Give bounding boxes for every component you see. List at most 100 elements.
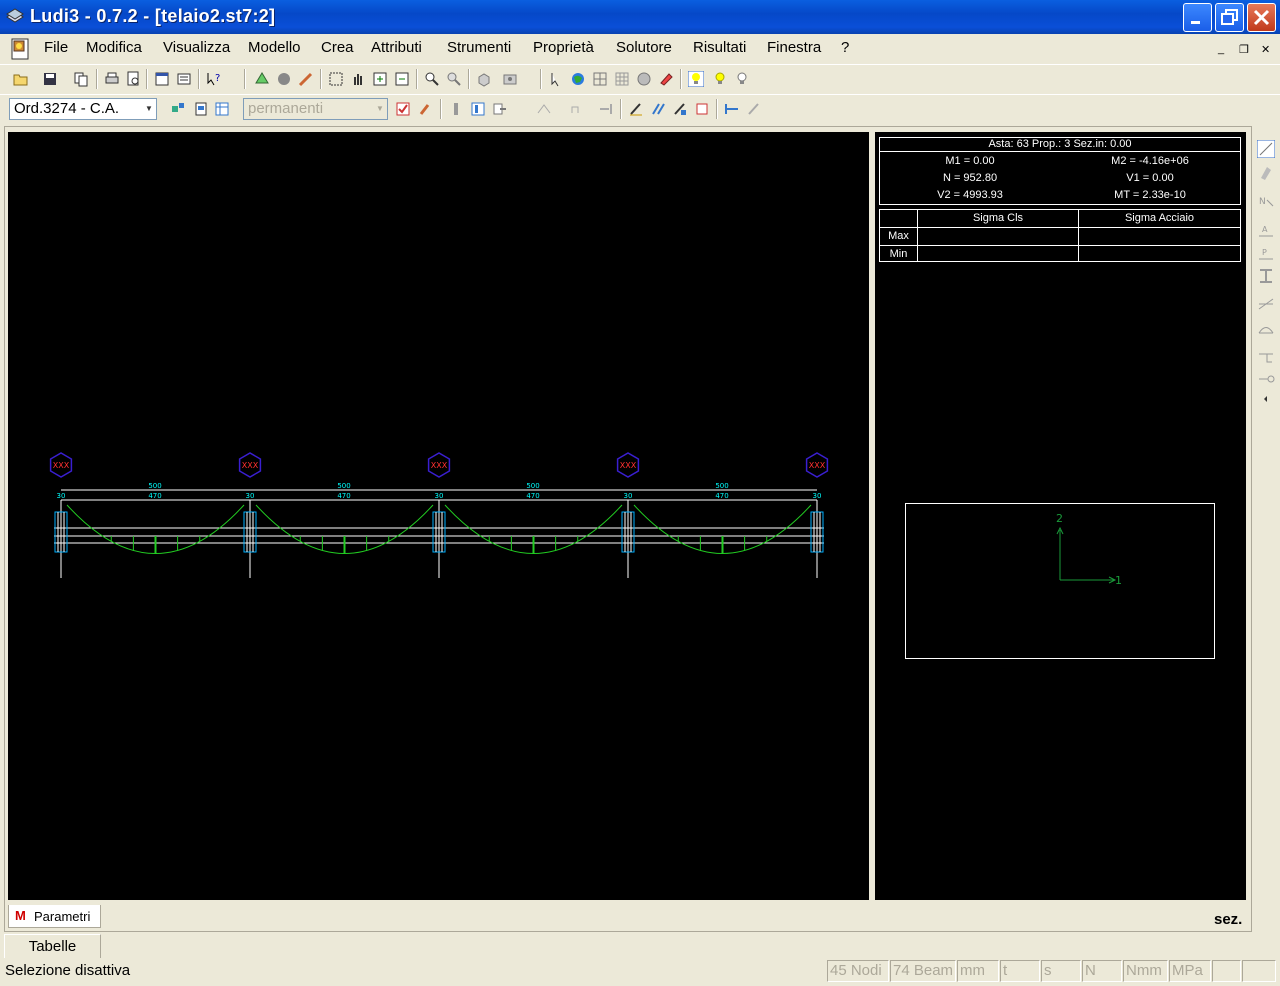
globe-icon[interactable] — [570, 71, 586, 87]
status-mass-unit: t — [1000, 960, 1040, 982]
mdi-minimize-button[interactable]: _ — [1218, 43, 1224, 55]
save-icon[interactable] — [42, 71, 58, 87]
shell-icon[interactable] — [1257, 164, 1275, 182]
pencil-icon[interactable] — [298, 71, 314, 87]
minimize-button[interactable] — [1183, 3, 1212, 32]
print-icon[interactable] — [104, 71, 120, 87]
toolbar-separator — [416, 69, 418, 89]
section-view[interactable]: 2 1 — [905, 503, 1215, 659]
render-icon[interactable] — [636, 71, 652, 87]
chevron-left-icon[interactable] — [1257, 390, 1275, 408]
clear-length-label: 470 — [526, 492, 539, 500]
open-folder-icon[interactable] — [13, 71, 29, 87]
copy-icon[interactable] — [73, 71, 89, 87]
mdi-close-button[interactable]: ✕ — [1261, 43, 1270, 56]
v2-value: V2 = 4993.93 — [937, 189, 1003, 201]
grid-icon[interactable] — [614, 71, 630, 87]
draw-edit-icon[interactable] — [672, 101, 688, 117]
column-dimension-label: 30 — [624, 492, 633, 500]
app-icon[interactable] — [6, 8, 24, 24]
window-list-icon[interactable] — [176, 71, 192, 87]
beam-line-icon[interactable] — [1257, 140, 1275, 158]
maximize-button[interactable] — [1215, 3, 1244, 32]
load-case-select[interactable]: permanenti ▼ — [243, 98, 388, 120]
close-icon — [1253, 9, 1270, 26]
draw-multi-icon[interactable] — [650, 101, 666, 117]
light-on-icon[interactable] — [688, 71, 704, 87]
toolbar-separator — [320, 69, 322, 89]
zoom-out-icon[interactable] — [446, 71, 462, 87]
align-right-icon[interactable] — [598, 101, 614, 117]
brush-icon[interactable] — [418, 101, 434, 117]
p-prop-icon[interactable]: P — [1257, 245, 1275, 263]
slope-icon[interactable] — [1257, 295, 1275, 313]
column-icon[interactable] — [448, 101, 464, 117]
menu-attributi[interactable]: Attributi — [371, 39, 422, 56]
section-view-icon[interactable] — [470, 101, 486, 117]
eraser-icon[interactable] — [658, 71, 674, 87]
model-3d-icon[interactable] — [254, 71, 270, 87]
menu-modifica[interactable]: Modifica — [86, 39, 142, 56]
mesh-icon[interactable] — [592, 71, 608, 87]
area-prop-icon[interactable]: A — [1257, 222, 1275, 240]
select-window-icon[interactable] — [328, 71, 344, 87]
axial-force-icon[interactable]: N — [1257, 192, 1275, 210]
sphere-icon[interactable] — [276, 71, 292, 87]
menu-visualizza[interactable]: Visualizza — [163, 39, 230, 56]
main-toolbar: ? — [0, 64, 1280, 94]
norm-select-value: Ord.3274 - C.A. — [14, 100, 120, 117]
draw-pen-icon[interactable] — [628, 101, 644, 117]
node-label: XXX — [620, 461, 637, 470]
window-title: Ludi3 - 0.7.2 - [telaio2.st7:2] — [30, 6, 276, 26]
support-icon[interactable] — [1257, 349, 1275, 367]
menu-proprieta[interactable]: Proprietà — [533, 39, 594, 56]
section-axes: 2 1 — [1056, 512, 1122, 587]
mdi-restore-button[interactable]: ❐ — [1239, 43, 1249, 56]
menu-file[interactable]: File — [44, 39, 68, 56]
print-preview-icon[interactable] — [125, 71, 141, 87]
draw-box-icon[interactable] — [694, 101, 710, 117]
section-label[interactable]: sez. — [1214, 911, 1242, 928]
tab-tabelle[interactable]: Tabelle — [4, 934, 101, 958]
dimension-icon[interactable] — [724, 101, 740, 117]
menu-finestra[interactable]: Finestra — [767, 39, 821, 56]
window-icon[interactable] — [154, 71, 170, 87]
tab-parametri[interactable]: M Parametri — [8, 905, 101, 928]
norm-select[interactable]: Ord.3274 - C.A. ▼ — [9, 98, 157, 120]
close-button[interactable] — [1247, 3, 1276, 32]
pointer-icon[interactable] — [548, 71, 564, 87]
export-icon[interactable] — [492, 101, 508, 117]
check-results-icon[interactable] — [395, 101, 411, 117]
zoom-plus-box-icon[interactable] — [372, 71, 388, 87]
context-help-icon[interactable]: ? — [206, 71, 222, 87]
node-icon[interactable] — [568, 101, 584, 117]
view-camera-icon[interactable] — [502, 71, 518, 87]
menu-strumenti[interactable]: Strumenti — [447, 39, 511, 56]
draw-disabled-icon[interactable] — [746, 101, 762, 117]
load-table-icon[interactable] — [214, 101, 230, 117]
light-off-icon[interactable] — [734, 71, 750, 87]
view-iso-icon[interactable] — [476, 71, 492, 87]
menu-solutore[interactable]: Solutore — [616, 39, 672, 56]
menu-modello[interactable]: Modello — [248, 39, 301, 56]
zoom-in-icon[interactable] — [424, 71, 440, 87]
i-section-icon[interactable] — [1257, 267, 1275, 285]
bolt-icon[interactable] — [1257, 370, 1275, 388]
m2-value: M2 = -4.16e+06 — [1111, 155, 1189, 167]
clear-length-label: 470 — [337, 492, 350, 500]
combination-icon[interactable] — [170, 101, 186, 117]
zoom-minus-box-icon[interactable] — [394, 71, 410, 87]
document-icon[interactable] — [8, 37, 34, 61]
model-canvas[interactable]: 500 470 500 470 500 470 500 470 XXX 30 XXX 30 XXX 30 X… — [8, 132, 869, 900]
beam-3-icon[interactable] — [536, 101, 552, 117]
title-bar: Ludi3 - 0.7.2 - [telaio2.st7:2] — [0, 0, 1280, 34]
menu-crea[interactable]: Crea — [321, 39, 354, 56]
v1-value: V1 = 0.00 — [1126, 172, 1174, 184]
menu-risultati[interactable]: Risultati — [693, 39, 746, 56]
menu-help[interactable]: ? — [841, 39, 849, 56]
light-bulb-icon[interactable] — [712, 71, 728, 87]
pan-hand-icon[interactable] — [350, 71, 366, 87]
load-doc-icon[interactable] — [193, 101, 209, 117]
element-info-header: Asta: 63 Prop.: 3 Sez.in: 0.00 — [880, 138, 1240, 152]
arch-icon[interactable] — [1257, 320, 1275, 338]
